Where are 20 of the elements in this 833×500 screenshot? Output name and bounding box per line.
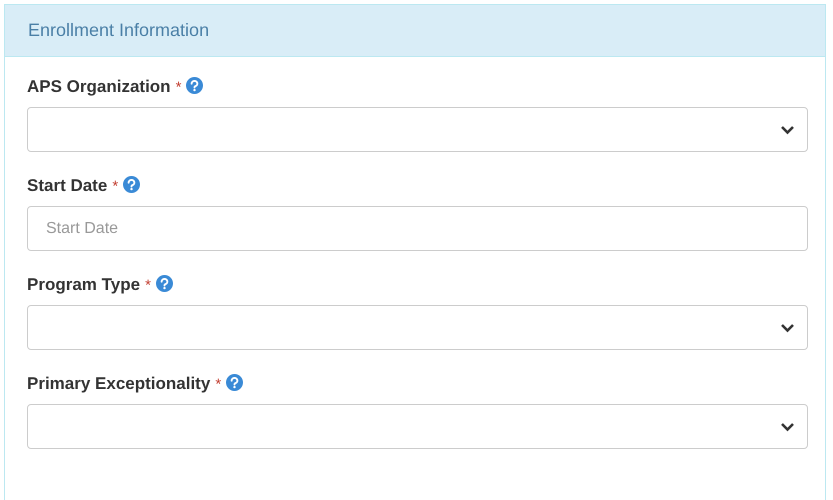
field-label: Primary Exceptionality <box>27 374 210 394</box>
help-icon[interactable] <box>186 76 204 94</box>
required-mark: * <box>176 78 182 96</box>
field-label: APS Organization <box>27 77 171 97</box>
chevron-down-icon <box>780 422 795 432</box>
field-label: Start Date <box>27 176 108 196</box>
dropdown-field[interactable] <box>27 107 808 152</box>
required-mark: * <box>145 276 151 294</box>
dropdown-field[interactable] <box>27 404 808 449</box>
help-icon[interactable] <box>156 274 173 292</box>
dropdown-field[interactable] <box>27 305 808 350</box>
help-icon[interactable] <box>123 176 140 192</box>
required-mark: * <box>112 178 118 194</box>
help-icon[interactable] <box>226 374 244 390</box>
field-label: Program Type <box>27 275 140 295</box>
chevron-down-icon <box>780 322 795 332</box>
required-mark: * <box>215 376 222 392</box>
chevron-down-icon <box>780 124 795 134</box>
panel-title: Enrollment Information <box>28 20 210 41</box>
date-input-field[interactable]: Start Date <box>27 206 808 251</box>
